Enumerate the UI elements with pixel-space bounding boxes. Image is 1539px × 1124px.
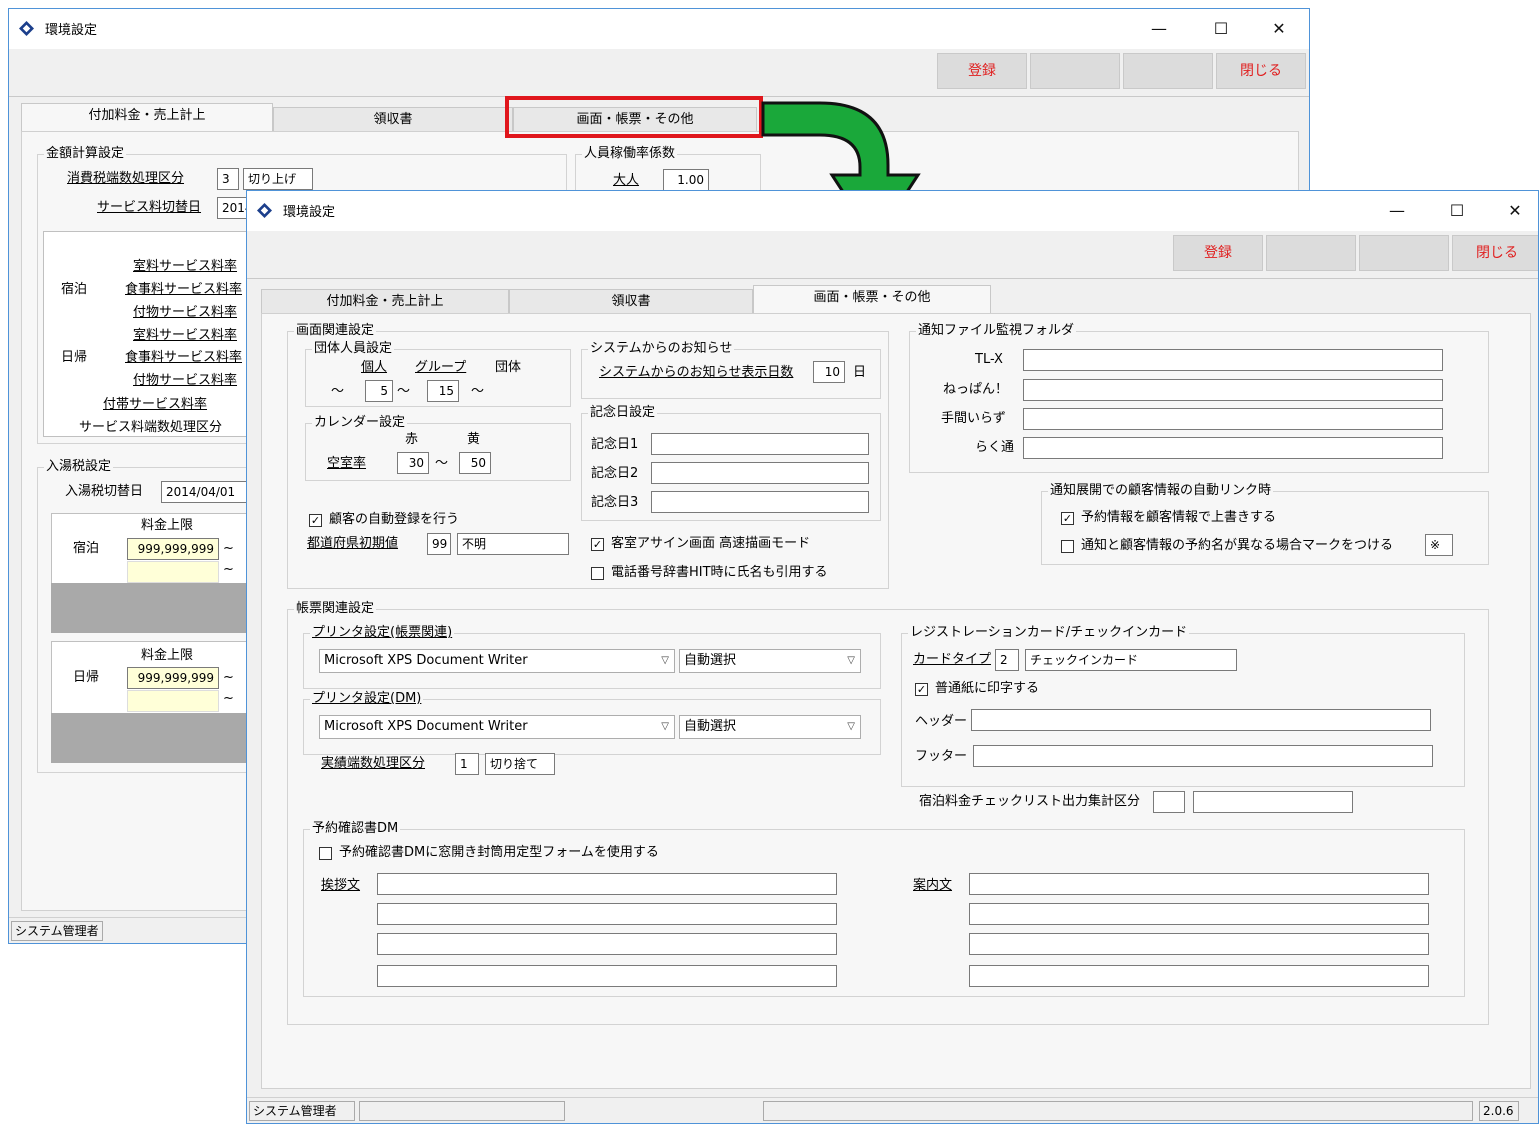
kinenbi-3[interactable] [651,491,869,513]
assign-fast-checkbox[interactable]: ✓ [591,538,604,551]
checklist-text [1193,791,1353,813]
kinenbi-2[interactable] [651,462,869,484]
notify-neppan[interactable] [1023,379,1443,401]
tax-text: 切り上げ [243,168,313,190]
tab-gamen[interactable]: 画面・帳票・その他 [753,285,991,315]
printer2-select[interactable]: Microsoft XPS Document Writer ▽ [319,715,675,739]
chevron-down-icon: ▽ [661,721,669,732]
pref-text: 不明 [457,533,569,555]
guide-line-3[interactable] [969,933,1429,955]
title-bar: 環境設定 — ☐ ✕ [247,191,1538,231]
tab-highlight-box [505,96,763,138]
greeting-line-1[interactable] [377,873,837,895]
greeting-line-3[interactable] [377,933,837,955]
status-bar: システム管理者 2.0.6 [247,1097,1538,1123]
yellow-threshold[interactable]: 50 [459,452,491,474]
app-icon [19,21,34,36]
nyuto-stay-limit[interactable]: 999,999,999 [127,538,219,560]
nyuto-day-limit[interactable]: 999,999,999 [127,667,219,689]
status-cell [359,1101,565,1121]
footer-input[interactable] [973,745,1433,767]
version-label: 2.0.6 [1479,1101,1519,1121]
window-title: 環境設定 [45,23,98,38]
tab-fuka[interactable]: 付加料金・売上計上 [21,103,273,133]
red-threshold[interactable]: 30 [397,452,429,474]
mark-symbol[interactable]: ※ [1425,534,1453,556]
tray2-select[interactable]: 自動選択 ▽ [679,715,861,739]
printer1-select[interactable]: Microsoft XPS Document Writer ▽ [319,649,675,673]
nyuto-date[interactable]: 2014/04/01 [161,481,251,503]
close-icon[interactable]: ✕ [1259,15,1299,43]
tab-ryoshusho[interactable]: 領収書 [273,107,513,133]
toolbar: 登録 閉じる [247,231,1538,279]
mark-checkbox[interactable] [1061,540,1074,553]
blank-button[interactable] [1266,235,1356,271]
overwrite-checkbox[interactable]: ✓ [1061,512,1074,525]
nyuto-day-limit2[interactable] [127,690,219,712]
tab-fuka[interactable]: 付加料金・売上計上 [261,289,509,315]
status-user: システム管理者 [11,921,103,941]
status-user: システム管理者 [249,1101,355,1121]
chevron-down-icon: ▽ [661,655,669,666]
status-cell [763,1101,1473,1121]
guide-line-4[interactable] [969,965,1429,987]
greeting-line-2[interactable] [377,903,837,925]
close-icon[interactable]: ✕ [1495,197,1535,225]
window-envelope-checkbox[interactable] [319,847,332,860]
nyuto-stay-limit2[interactable] [127,561,219,583]
minimize-icon[interactable]: — [1377,197,1417,225]
guide-line-1[interactable] [969,873,1429,895]
minimize-icon[interactable]: — [1139,15,1179,43]
maximize-icon[interactable]: ☐ [1201,15,1241,43]
register-button[interactable]: 登録 [1173,235,1263,271]
tab-ryoshusho[interactable]: 領収書 [509,289,753,315]
pref-code[interactable]: 99 [427,533,451,555]
tax-label: 消費税端数処理区分 [67,171,185,186]
chevron-down-icon: ▽ [847,655,855,666]
blank-button[interactable] [1123,53,1213,89]
auto-register-checkbox[interactable]: ✓ [309,514,322,527]
guide-line-2[interactable] [969,903,1429,925]
card-type-text: チェックインカード [1025,649,1237,671]
rounding-text: 切り捨て [485,753,555,775]
blank-button[interactable] [1359,235,1449,271]
header-input[interactable] [971,709,1431,731]
close-button[interactable]: 閉じる [1452,235,1538,271]
blank-button[interactable] [1030,53,1120,89]
adult-value[interactable]: 1.00 [663,169,709,191]
app-icon [257,203,272,218]
group-max[interactable]: 15 [427,380,459,402]
plain-paper-checkbox[interactable]: ✓ [915,683,928,696]
kojin-max[interactable]: 5 [365,380,393,402]
kinenbi-1[interactable] [651,433,869,455]
front-window: 環境設定 — ☐ ✕ 登録 閉じる 付加料金・売上計上 領収書 画面・帳票・その… [246,190,1539,1124]
maximize-icon[interactable]: ☐ [1437,197,1477,225]
phone-name-checkbox[interactable] [591,567,604,580]
close-button[interactable]: 閉じる [1216,53,1306,89]
notify-rakutsu[interactable] [1023,437,1443,459]
notify-temairazu[interactable] [1023,408,1443,430]
service-label: サービス料切替日 [97,200,202,215]
tax-code[interactable]: 3 [217,168,239,190]
window-title: 環境設定 [283,205,336,220]
notify-tlx[interactable] [1023,349,1443,371]
toolbar: 登録 閉じる [9,49,1309,97]
rounding-code[interactable]: 1 [455,753,479,775]
card-type-code[interactable]: 2 [995,649,1019,671]
greeting-line-4[interactable] [377,965,837,987]
chevron-down-icon: ▽ [847,721,855,732]
register-button[interactable]: 登録 [937,53,1027,89]
title-bar: 環境設定 — ☐ ✕ [9,9,1309,49]
checklist-code[interactable] [1153,791,1185,813]
tray1-select[interactable]: 自動選択 ▽ [679,649,861,673]
notice-days[interactable]: 10 [813,361,845,383]
